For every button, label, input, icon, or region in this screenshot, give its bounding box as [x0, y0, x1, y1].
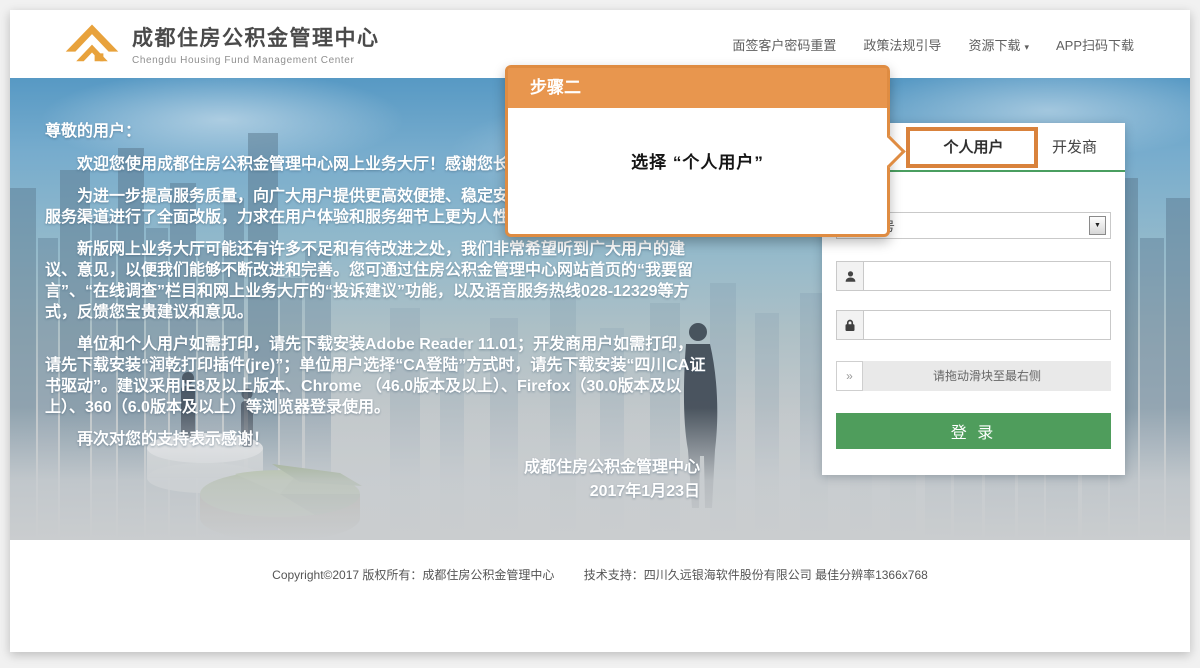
- username-input[interactable]: [863, 261, 1111, 291]
- text-line: 书驱动”。建议采用IE8及以上版本、Chrome （46.0版本及以上）、Fir…: [45, 376, 707, 397]
- signature-org: 成都住房公积金管理中心: [45, 456, 700, 480]
- text-line: 言”、“在线调查”栏目和网上业务大厅的“投诉建议”功能，以及语音服务热线028-…: [45, 281, 707, 302]
- tutorial-popup: 步骤二 选择 “个人用户”: [505, 65, 890, 237]
- site-title: 成都住房公积金管理中心: [132, 22, 380, 52]
- signature-date: 2017年1月23日: [45, 480, 700, 504]
- house-logo-icon: [64, 20, 120, 69]
- login-button[interactable]: 登 录: [836, 413, 1111, 449]
- logo-text: 成都住房公积金管理中心 Chengdu Housing Fund Managem…: [132, 22, 380, 66]
- tutorial-instruction: 选择 “个人用户”: [508, 108, 887, 173]
- notice-paragraph: 新版网上业务大厅可能还有许多不足和有待改进之处，我们非常希望听到广大用户的建议、…: [45, 239, 707, 323]
- tab-personal-user[interactable]: 个人用户: [923, 123, 1024, 170]
- slider-track-hint: 请拖动滑块至最右侧: [863, 361, 1111, 391]
- page: 成都住房公积金管理中心 Chengdu Housing Fund Managem…: [10, 10, 1190, 652]
- text-line: 议、意见，以便我们能够不断改进和完善。您可通过住房公积金管理中心网站首页的“我要…: [45, 260, 707, 281]
- site-subtitle: Chengdu Housing Fund Management Center: [132, 55, 380, 66]
- password-input[interactable]: [863, 310, 1111, 340]
- top-nav: 面签客户密码重置 政策法规引导 资源下载▾ APP扫码下载: [732, 35, 1134, 54]
- text-line: 新版网上业务大厅可能还有许多不足和有待改进之处，我们非常希望听到广大用户的建: [45, 239, 707, 260]
- caret-down-icon[interactable]: ▼: [1089, 216, 1106, 235]
- notice-signature: 成都住房公积金管理中心 2017年1月23日: [45, 456, 700, 504]
- nav-item-policy-guide[interactable]: 政策法规引导: [863, 35, 941, 54]
- footer-tech-support: 技术支持：四川久远银海软件股份有限公司 最佳分辨率1366x768: [584, 568, 928, 582]
- slider-handle[interactable]: »: [836, 361, 863, 391]
- login-form: 个人账号 ▼ » 请拖动滑块至最右侧: [822, 212, 1125, 449]
- logo[interactable]: 成都住房公积金管理中心 Chengdu Housing Fund Managem…: [64, 20, 380, 69]
- footer: Copyright©2017 版权所有：成都住房公积金管理中心 技术支持：四川久…: [10, 540, 1190, 652]
- captcha-slider: » 请拖动滑块至最右侧: [836, 361, 1111, 391]
- nav-item-app-download[interactable]: APP扫码下载: [1056, 35, 1134, 54]
- text-line: 式，反馈您宝贵建议和意见。: [45, 302, 707, 323]
- tutorial-step-title: 步骤二: [508, 68, 887, 108]
- lock-icon: [836, 310, 863, 340]
- notice-thanks: 再次对您的支持表示感谢！: [45, 429, 707, 450]
- footer-copyright: Copyright©2017 版权所有：成都住房公积金管理中心: [272, 568, 554, 582]
- nav-item-resource-download[interactable]: 资源下载▾: [968, 35, 1029, 54]
- text-line: 单位和个人用户如需打印，请先下载安装Adobe Reader 11.01；开发商…: [45, 334, 707, 355]
- nav-item-password-reset[interactable]: 面签客户密码重置: [732, 35, 836, 54]
- text-line: 上）、360（6.0版本及以上）等浏览器登录使用。: [45, 397, 707, 418]
- user-icon: [836, 261, 863, 291]
- chevron-down-icon: ▾: [1024, 42, 1029, 52]
- tab-developer[interactable]: 开发商: [1024, 123, 1125, 170]
- notice-paragraph: 单位和个人用户如需打印，请先下载安装Adobe Reader 11.01；开发商…: [45, 334, 707, 418]
- text-line: 请先下载安装“润乾打印插件(jre)”；单位用户选择“CA登陆”方式时，请先下载…: [45, 355, 707, 376]
